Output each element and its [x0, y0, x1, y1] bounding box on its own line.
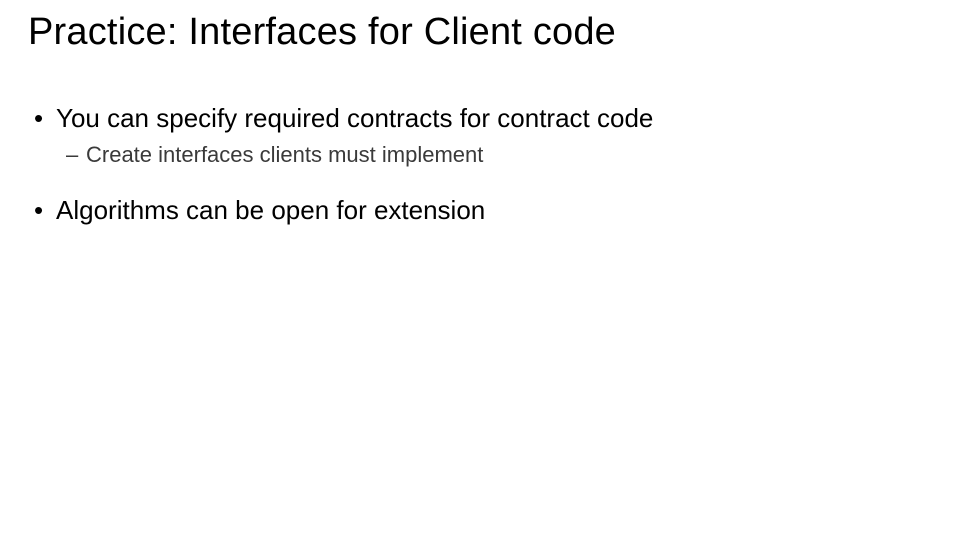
bullet-item: • You can specify required contracts for…	[32, 102, 932, 136]
slide-container: Practice: Interfaces for Client code • Y…	[0, 0, 960, 540]
bullet-text: You can specify required contracts for c…	[56, 102, 653, 136]
slide-content: • You can specify required contracts for…	[28, 102, 932, 228]
sub-bullet-item: – Create interfaces clients must impleme…	[32, 142, 932, 168]
bullet-marker-icon: •	[32, 102, 56, 136]
sub-bullet-text: Create interfaces clients must implement	[86, 142, 483, 168]
bullet-item: • Algorithms can be open for extension	[32, 194, 932, 228]
bullet-text: Algorithms can be open for extension	[56, 194, 485, 228]
bullet-marker-icon: •	[32, 194, 56, 228]
slide-title: Practice: Interfaces for Client code	[28, 12, 932, 54]
sub-bullet-marker-icon: –	[66, 142, 86, 168]
